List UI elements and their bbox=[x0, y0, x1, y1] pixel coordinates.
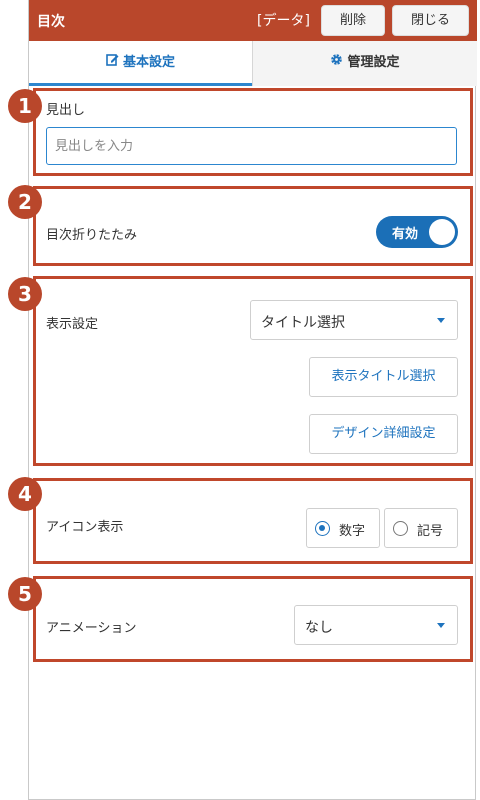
title-select[interactable]: タイトル選択 bbox=[250, 300, 458, 340]
icon-option-number[interactable]: 数字 bbox=[306, 508, 380, 548]
animation-select[interactable]: なし bbox=[294, 605, 458, 645]
tab-basic-label: 基本設定 bbox=[122, 55, 175, 70]
tab-basic-settings[interactable]: 基本設定 bbox=[29, 41, 252, 86]
radio-unselected-icon bbox=[393, 521, 408, 536]
tab-admin-settings[interactable]: 管理設定 bbox=[252, 41, 477, 86]
panel-title: 目次 bbox=[37, 14, 65, 30]
icon-display-section: 4 アイコン表示 数字 記号 bbox=[8, 477, 473, 564]
display-settings-label: 表示設定 bbox=[46, 317, 99, 332]
collapse-section: 2 目次折りたたみ 有効 bbox=[8, 185, 473, 266]
design-detail-settings-button[interactable]: デザイン詳細設定 bbox=[309, 414, 458, 454]
radio-selected-icon bbox=[315, 521, 330, 536]
chevron-down-icon bbox=[437, 623, 445, 628]
icon-option-symbol[interactable]: 記号 bbox=[384, 508, 458, 548]
heading-label: 見出し bbox=[46, 103, 86, 118]
title-select-value: タイトル選択 bbox=[261, 315, 345, 331]
step-badge-4: 4 bbox=[8, 477, 42, 511]
chevron-down-icon bbox=[437, 318, 445, 323]
step-badge-2: 2 bbox=[8, 185, 42, 219]
icon-option-symbol-label: 記号 bbox=[417, 524, 444, 539]
select-display-title-button[interactable]: 表示タイトル選択 bbox=[309, 357, 458, 397]
heading-input[interactable] bbox=[46, 127, 457, 165]
tab-admin-label: 管理設定 bbox=[347, 55, 400, 70]
toggle-knob bbox=[429, 219, 455, 245]
block-context-label: [データ] bbox=[257, 13, 310, 29]
delete-button[interactable]: 削除 bbox=[321, 5, 385, 36]
animation-label: アニメーション bbox=[46, 621, 137, 636]
settings-tabs: 基本設定 管理設定 bbox=[29, 41, 477, 86]
panel-header: 目次 [データ] 削除 閉じる bbox=[29, 0, 477, 41]
animation-select-value: なし bbox=[305, 620, 333, 636]
icon-display-label: アイコン表示 bbox=[46, 520, 124, 535]
close-button[interactable]: 閉じる bbox=[392, 5, 469, 36]
gear-icon bbox=[330, 41, 343, 85]
heading-section: 1 見出し bbox=[8, 88, 473, 176]
step-badge-1: 1 bbox=[8, 89, 42, 123]
toc-settings-panel: 目次 [データ] 削除 閉じる 基本設定 管理設定 1 見出し 見出しを入力 2… bbox=[8, 0, 477, 800]
toggle-state-label: 有効 bbox=[392, 227, 419, 242]
edit-icon bbox=[106, 41, 119, 85]
collapse-label: 目次折りたたみ bbox=[46, 228, 138, 243]
icon-option-number-label: 数字 bbox=[339, 524, 366, 539]
step-badge-3: 3 bbox=[8, 277, 42, 311]
display-settings-section: 3 表示設定 タイトル選択 表示タイトル選択 デザイン詳細設定 bbox=[8, 276, 473, 466]
animation-section: 5 アニメーション なし bbox=[8, 576, 473, 662]
collapse-toggle[interactable]: 有効 bbox=[376, 216, 458, 248]
step-badge-5: 5 bbox=[8, 577, 42, 611]
